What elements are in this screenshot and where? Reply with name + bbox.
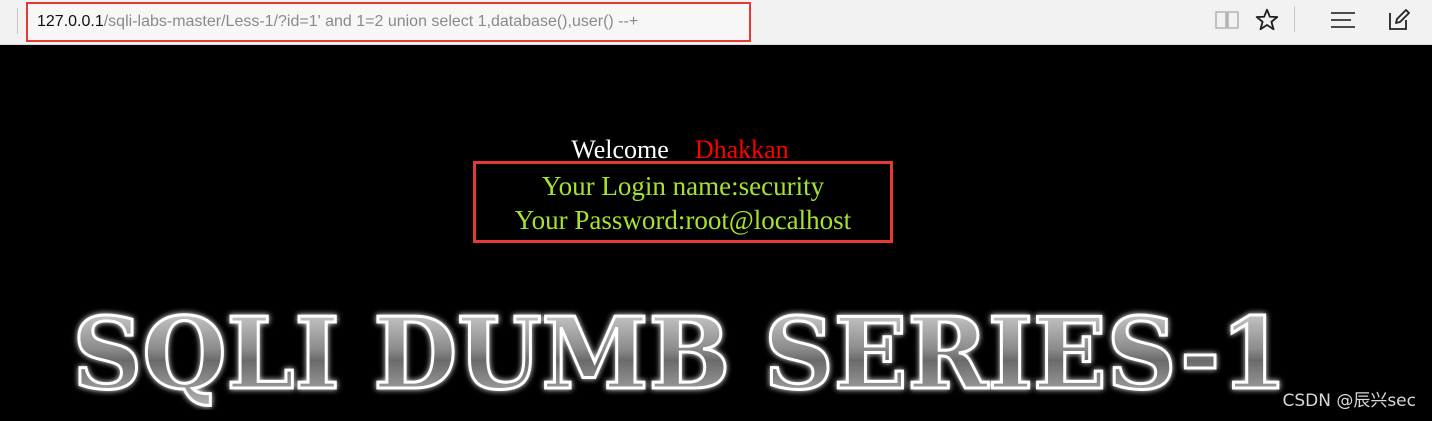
toolbar-divider	[1294, 6, 1295, 32]
sqli-banner-image: SQLI DUMB SERIES-1	[60, 296, 1300, 414]
web-note-icon[interactable]	[1384, 6, 1414, 34]
welcome-label: Welcome	[571, 135, 669, 164]
injection-result-box: Your Login name:security Your Password:r…	[473, 161, 893, 243]
toolbar-divider	[17, 8, 18, 34]
address-bar[interactable]: 127.0.0.1/sqli-labs-master/Less-1/?id=1'…	[26, 2, 751, 42]
favorite-star-icon[interactable]	[1252, 6, 1282, 34]
password-line: Your Password:root@localhost	[514, 205, 852, 235]
watermark: CSDN @辰兴sec	[1282, 391, 1416, 411]
user-name: Dhakkan	[694, 135, 789, 164]
login-name-line: Your Login name:security	[541, 171, 825, 201]
hub-icon[interactable]	[1328, 6, 1358, 34]
browser-toolbar: 127.0.0.1/sqli-labs-master/Less-1/?id=1'…	[0, 0, 1432, 45]
reading-view-icon[interactable]	[1212, 6, 1242, 34]
url-host: 127.0.0.1	[37, 13, 104, 30]
url-path: /sqli-labs-master/Less-1/?id=1' and 1=2 …	[103, 13, 639, 30]
banner-text: SQLI DUMB SERIES-1	[73, 300, 1288, 410]
